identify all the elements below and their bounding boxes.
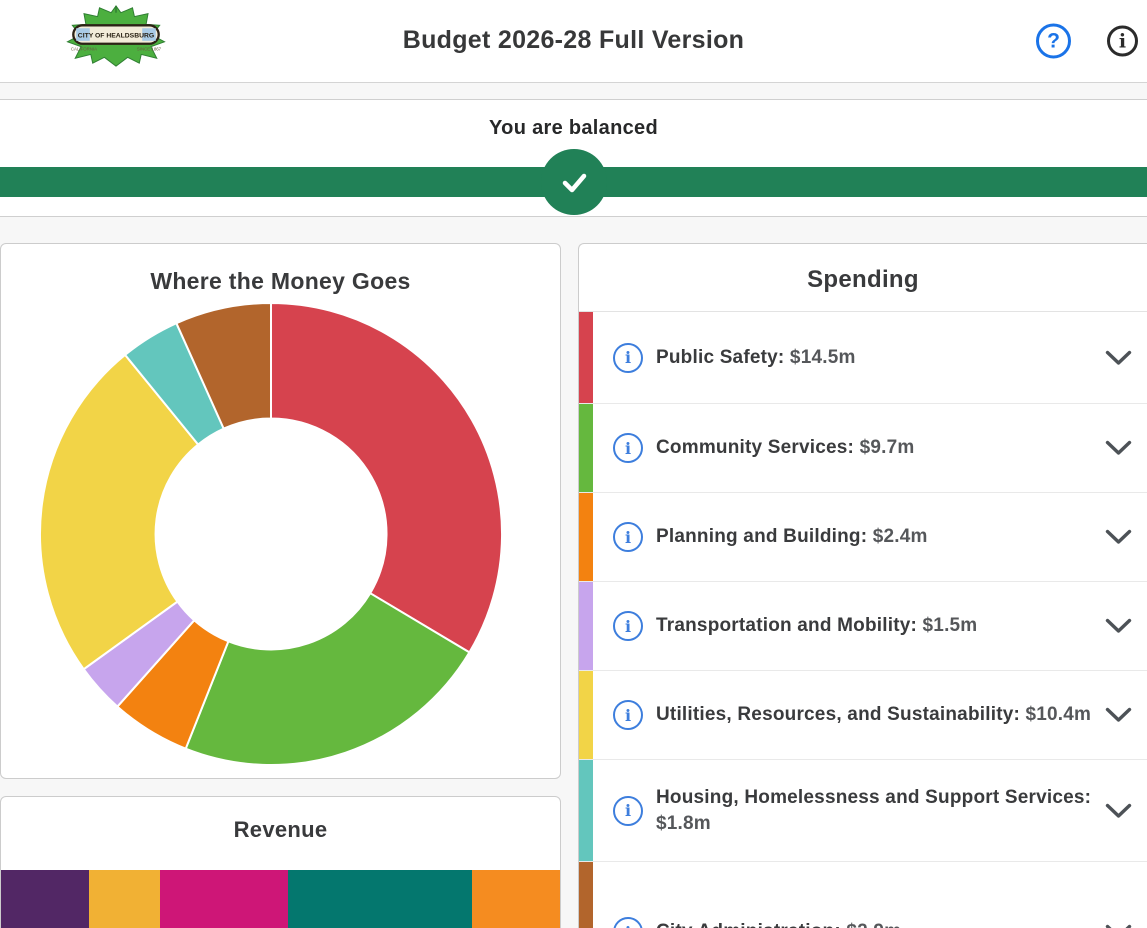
spacer-strip xyxy=(0,83,1147,100)
spending-row[interactable]: i Transportation and Mobility: $1.5m xyxy=(579,582,1147,671)
revenue-segment[interactable] xyxy=(89,870,161,928)
revenue-segment[interactable] xyxy=(1,870,89,928)
spending-list: i Public Safety: $14.5m i Community Service… xyxy=(579,312,1147,928)
category-info-icon[interactable]: i xyxy=(613,522,643,552)
spending-row[interactable]: i City Administration: $2.9m xyxy=(579,862,1147,928)
app-header: CITY OF HEALDSBURG CALIFORNIA SINCE 1867… xyxy=(0,0,1147,83)
spending-panel: Spending i Public Safety: $14.5m i Communit… xyxy=(578,243,1147,928)
balance-message: You are balanced xyxy=(0,100,1147,140)
category-info-icon[interactable]: i xyxy=(613,433,643,463)
donut-chart xyxy=(38,301,504,767)
revenue-segment[interactable] xyxy=(160,870,287,928)
chevron-down-icon[interactable] xyxy=(1105,924,1132,928)
donut-slice[interactable] xyxy=(271,303,502,652)
revenue-segment[interactable] xyxy=(288,870,472,928)
info-icon[interactable]: i xyxy=(1107,26,1138,57)
category-color-strip xyxy=(579,671,593,759)
category-label: Planning and Building: $2.4m xyxy=(656,524,928,549)
checkmark-icon xyxy=(554,162,594,202)
category-color-strip xyxy=(579,493,593,581)
chevron-down-icon[interactable] xyxy=(1105,350,1132,366)
revenue-stacked-bar xyxy=(1,870,560,928)
charts-column: Where the Money Goes Revenue xyxy=(0,243,561,928)
category-info-icon[interactable]: i xyxy=(613,343,643,373)
chevron-down-icon[interactable] xyxy=(1105,803,1132,819)
category-info-icon[interactable]: i xyxy=(613,611,643,641)
spending-row[interactable]: i Public Safety: $14.5m xyxy=(579,312,1147,404)
category-color-strip xyxy=(579,404,593,492)
revenue-panel: Revenue xyxy=(0,796,561,928)
page-title: Budget 2026-28 Full Version xyxy=(0,0,1147,83)
balance-check-badge xyxy=(541,149,607,215)
chevron-down-icon[interactable] xyxy=(1105,618,1132,634)
category-color-strip xyxy=(579,312,593,403)
spending-row[interactable]: i Housing, Homelessness and Support Servi… xyxy=(579,760,1147,862)
category-color-strip xyxy=(579,582,593,670)
chevron-down-icon[interactable] xyxy=(1105,440,1132,456)
category-label: Community Services: $9.7m xyxy=(656,435,914,460)
spending-row[interactable]: i Planning and Building: $2.4m xyxy=(579,493,1147,582)
revenue-segment[interactable] xyxy=(472,870,560,928)
revenue-chart-title: Revenue xyxy=(1,797,560,843)
category-color-strip xyxy=(579,760,593,861)
category-color-strip xyxy=(579,862,593,928)
spending-row[interactable]: i Utilities, Resources, and Sustainabilit… xyxy=(579,671,1147,760)
spending-title: Spending xyxy=(579,244,1147,312)
category-label: Transportation and Mobility: $1.5m xyxy=(656,613,977,638)
category-label: City Administration: $2.9m xyxy=(656,919,901,928)
balance-status-band: You are balanced xyxy=(0,100,1147,217)
category-info-icon[interactable]: i xyxy=(613,700,643,730)
spending-column: Spending i Public Safety: $14.5m i Communit… xyxy=(578,243,1147,928)
help-icon[interactable]: ? xyxy=(1036,24,1071,59)
category-info-icon[interactable]: i xyxy=(613,796,643,826)
donut-chart-title: Where the Money Goes xyxy=(1,244,560,295)
category-info-icon[interactable]: i xyxy=(613,917,643,928)
chevron-down-icon[interactable] xyxy=(1105,707,1132,723)
category-label: Public Safety: $14.5m xyxy=(656,345,856,370)
chevron-down-icon[interactable] xyxy=(1105,529,1132,545)
category-label: Housing, Homelessness and Support Servic… xyxy=(656,785,1128,835)
category-label: Utilities, Resources, and Sustainability… xyxy=(656,702,1091,727)
main-content: Where the Money Goes Revenue Spending iP… xyxy=(0,243,1147,928)
where-money-goes-panel: Where the Money Goes xyxy=(0,243,561,779)
spending-row[interactable]: i Community Services: $9.7m xyxy=(579,404,1147,493)
